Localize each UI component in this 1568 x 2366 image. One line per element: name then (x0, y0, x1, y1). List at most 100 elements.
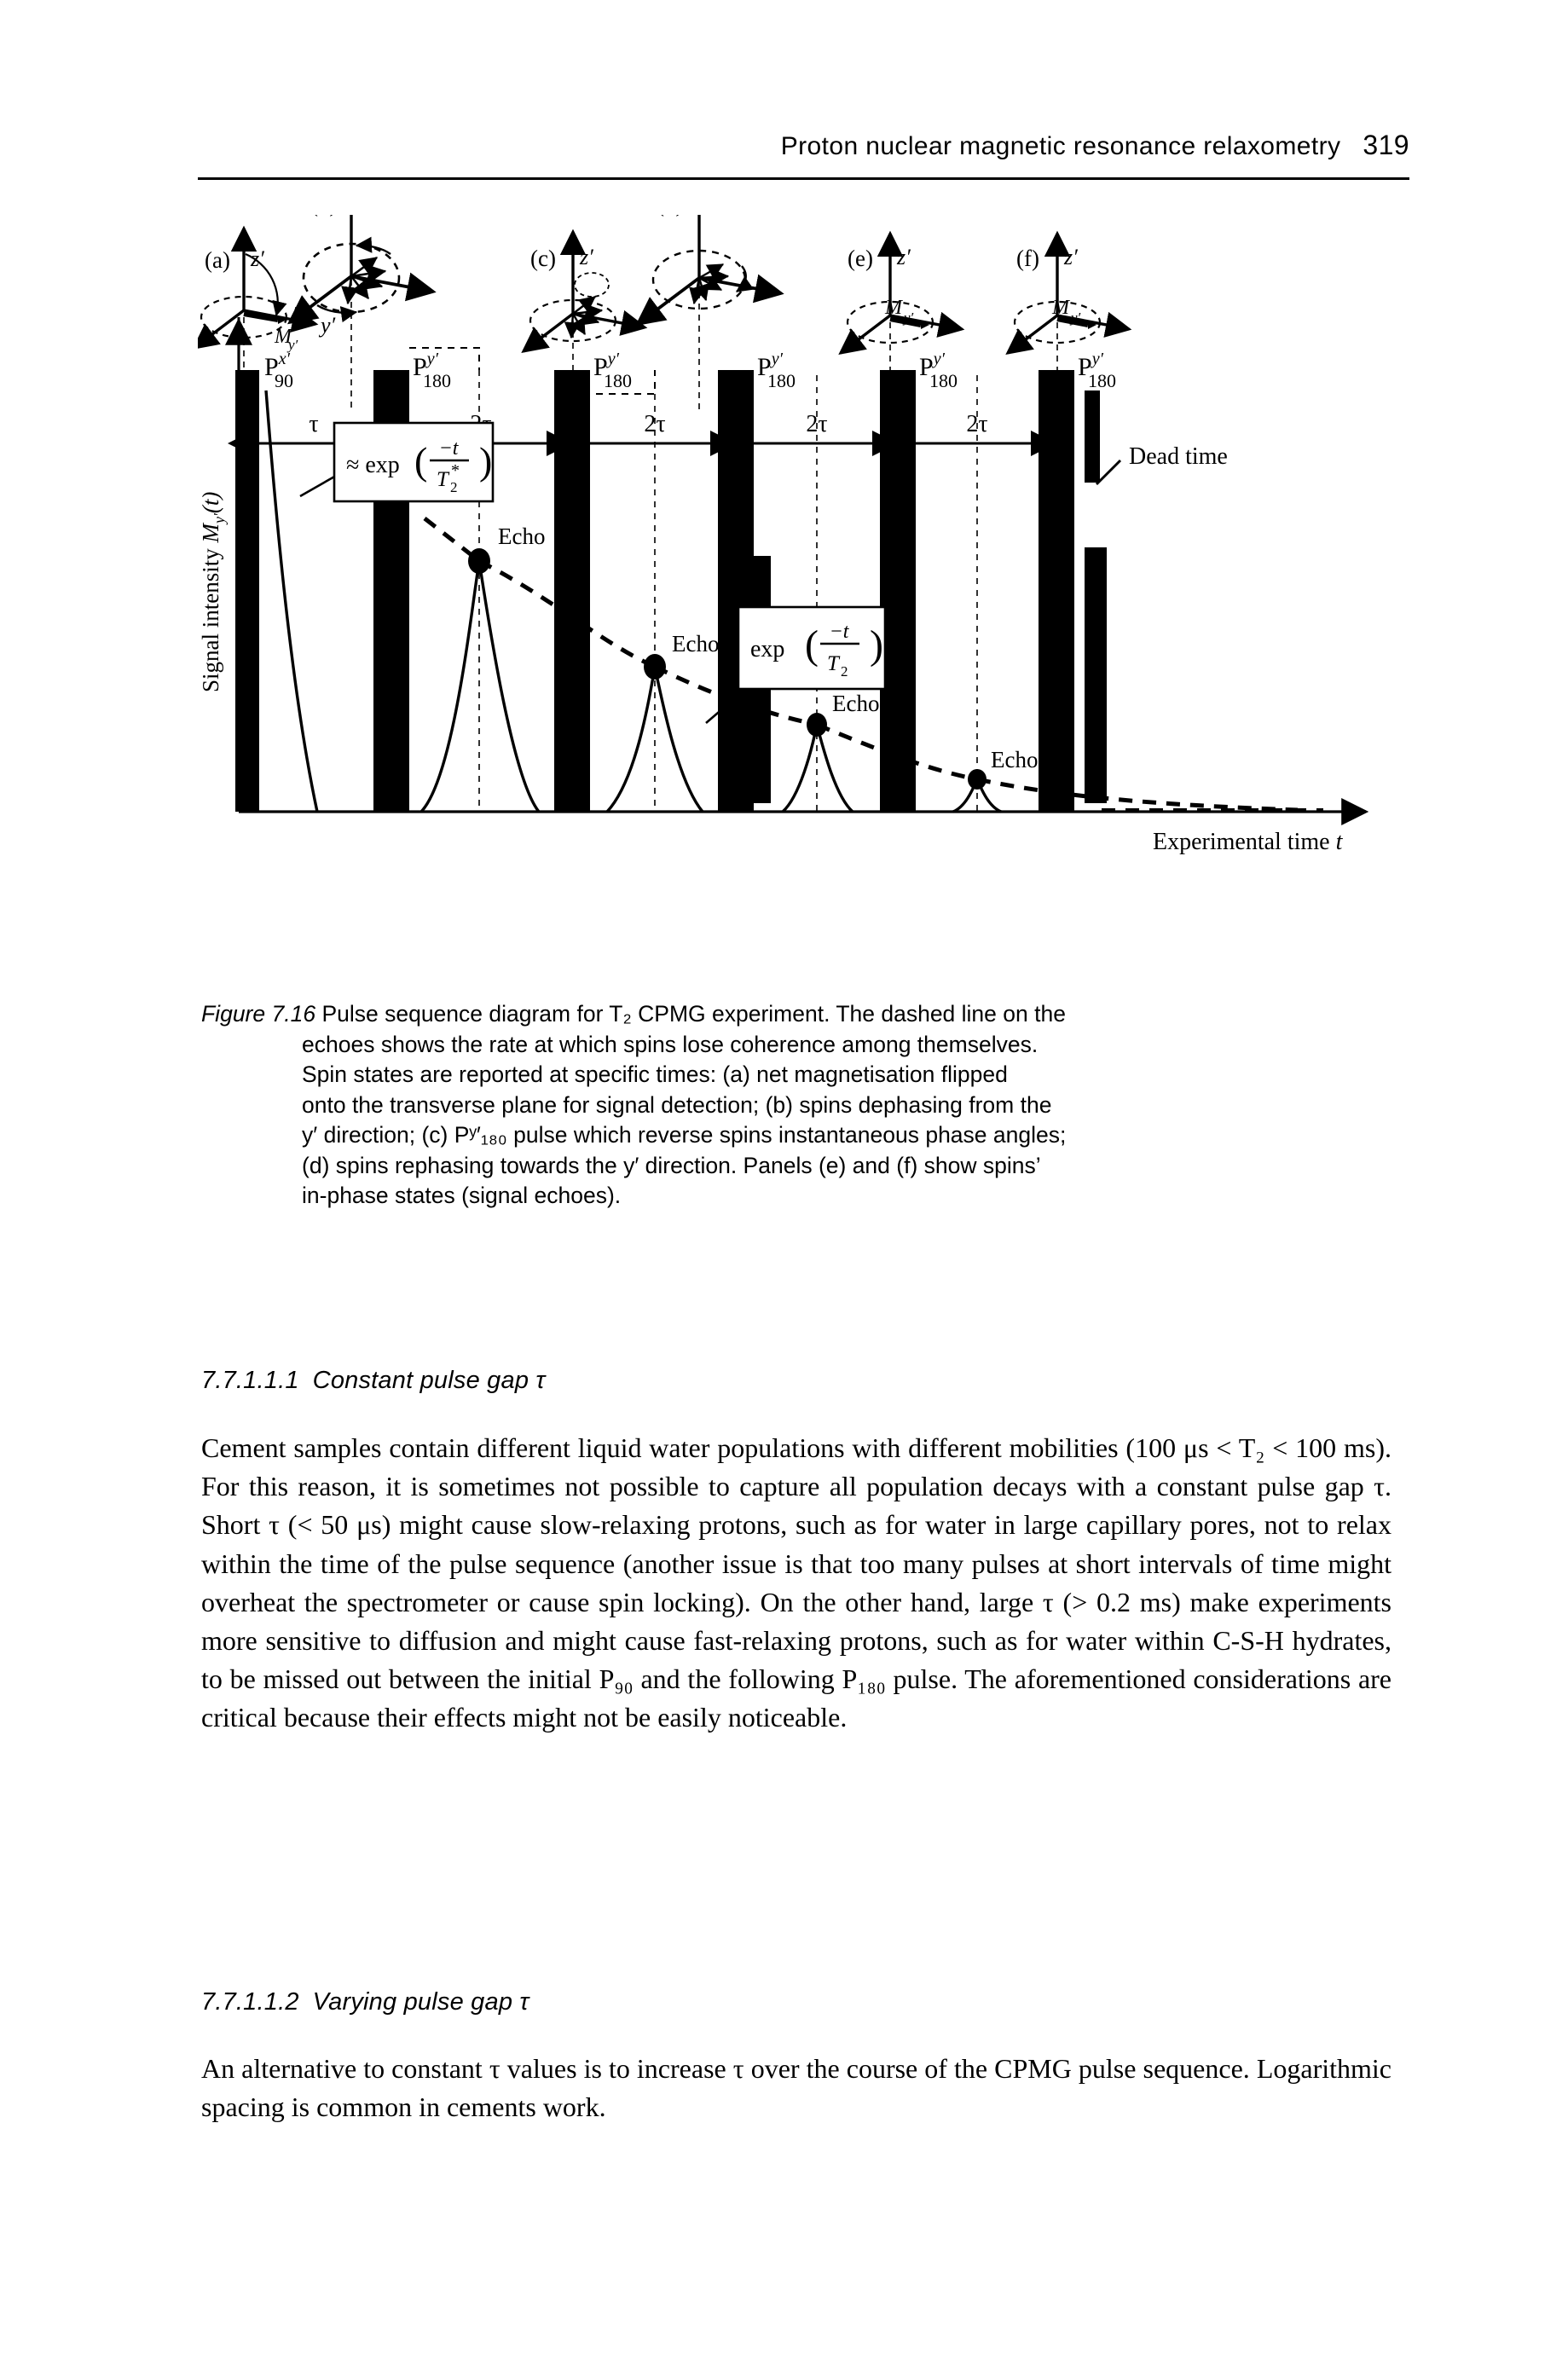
svg-text:Py′180: Py′ 180 (757, 350, 796, 391)
pulse-label-1: Px′ 90 (264, 350, 293, 391)
pulse-bar-3 (554, 370, 590, 812)
pulse-bar-1 (235, 370, 259, 812)
figure-caption-line-3: Spin states are reported at specific tim… (302, 1062, 1008, 1087)
formula-1-denominator: T (437, 468, 450, 491)
panel-f-magnetisation-label: M (1051, 297, 1071, 319)
figure-caption-line-1: Pulse sequence diagram for T₂ CPMG exper… (321, 1001, 1066, 1027)
section-heading-7-7-1-1-1: 7.7.1.1.1 Constant pulse gap τ (201, 1367, 545, 1395)
figure-caption-line-6: (d) spins rephasing towards the y′ direc… (302, 1152, 1041, 1178)
echo-label-4: Echo (991, 747, 1038, 772)
interval-label-1: τ (309, 411, 318, 437)
section-title-1: Constant pulse gap τ (312, 1367, 546, 1394)
figure-caption-line-2: echoes shows the rate at which spins los… (302, 1031, 1039, 1057)
formula-1-star: * (451, 461, 460, 480)
fid-curve (264, 390, 319, 813)
formula-box-t2-star: ≈ exp ( ) −t T 2 * (299, 421, 495, 503)
y-axis-label-sub: y′ (211, 512, 228, 525)
panel-a-y-axis-label: y′ (318, 313, 336, 338)
formula-1-numerator: −t (439, 437, 460, 460)
figure-caption-line-7: in-phase states (signal echoes). (302, 1183, 622, 1208)
y-axis-label-symbol: M (198, 523, 223, 544)
pulse-label-3: Py′ 180 (593, 350, 632, 391)
panel-d-letter: (d) (657, 215, 683, 217)
page-number: 319 (1363, 130, 1409, 160)
svg-text:Py′180: Py′ 180 (1078, 350, 1116, 391)
section-paragraph-1: Cement samples contain different liquid … (201, 1432, 1392, 1733)
pulse-bar-4 (718, 370, 754, 812)
formula-1-denominator-sub: 2 (450, 479, 458, 495)
pulse-sequence-diagram: (a) z′ M y′ y′ x′ (b) z′ (198, 215, 1369, 855)
svg-text:Experimental time t: Experimental time t (1153, 829, 1344, 855)
figure-caption: Figure 7.16 Pulse sequence diagram for T… (201, 999, 1391, 1212)
panel-f-letter: (f) (1016, 246, 1039, 271)
pulse-bar-5 (880, 370, 916, 812)
svg-text:): ) (479, 439, 492, 483)
y-axis-label: Signal intensity My′(t) (198, 492, 228, 692)
running-head-title: Proton nuclear magnetic resonance relaxo… (780, 132, 1341, 160)
figure-caption-line-5: y′ direction; (c) Pʸ′₁₈₀ pulse which rev… (302, 1122, 1067, 1148)
x-axis-label: Experimental time t (1153, 829, 1344, 855)
panel-f-magnetisation-sub: y′ (1069, 309, 1081, 326)
echo-label-1: Echo (498, 524, 545, 549)
section-paragraph-2: An alternative to constant τ values is t… (201, 2053, 1392, 2123)
svg-text:Py′180: Py′ 180 (413, 350, 451, 391)
panel-e-letter: (e) (848, 246, 873, 271)
acquisition-bar (1085, 547, 1107, 803)
page: Proton nuclear magnetic resonance relaxo… (0, 0, 1568, 2366)
x-axis-label-text: Experimental time (1153, 829, 1336, 855)
svg-text:Py′180: Py′ 180 (919, 350, 958, 391)
echo-1-rise (419, 560, 481, 813)
pulse-label-5: Py′ 180 (919, 350, 958, 391)
panel-b-letter: (b) (310, 215, 337, 217)
panel-c-letter: (c) (530, 246, 556, 271)
figure-caption-label: Figure 7.16 (201, 1001, 316, 1027)
echo-label-3: Echo (832, 691, 879, 716)
echo-2-fall (653, 666, 704, 813)
formula-2-prefix: exp (750, 636, 784, 662)
panel-d: (d) z′ (634, 215, 784, 411)
svg-text:Px′90: Px′ 90 (264, 350, 293, 391)
echo-dot-4 (968, 769, 987, 790)
panel-f-z-axis-label: z′ (1063, 245, 1078, 269)
pulse-bar-6 (1039, 370, 1074, 812)
panel-b: (b) z′ (286, 215, 437, 411)
echo-dot-2 (644, 654, 666, 680)
formula-1-prefix: ≈ exp (346, 452, 400, 478)
running-head: Proton nuclear magnetic resonance relaxo… (0, 130, 1568, 161)
svg-text:Signal intensity My′(t): Signal intensity My′(t) (198, 492, 228, 692)
y-axis-label-arg: (t) (198, 492, 223, 513)
svg-text:): ) (870, 622, 883, 668)
panel-a-z-axis-label: z′ (250, 246, 264, 271)
section-number-1: 7.7.1.1.1 (201, 1367, 299, 1394)
formula-2-denominator-sub: 2 (841, 663, 848, 680)
panel-e-magnetisation-label: M (884, 297, 904, 319)
x-axis-label-symbol: t (1336, 829, 1344, 855)
panel-e-z-axis-label: z′ (896, 245, 911, 269)
svg-text:Py′180: Py′ 180 (593, 350, 632, 391)
echo-1-fall (477, 560, 541, 813)
echo-dot-1 (468, 548, 490, 574)
dead-time-label: Dead time (1129, 443, 1228, 470)
figure-caption-line-4: onto the transverse plane for signal det… (302, 1091, 1052, 1118)
svg-text:(: ( (414, 439, 427, 483)
y-axis-label-text: Signal intensity (198, 543, 223, 693)
dead-time-annotation: Dead time (1095, 443, 1228, 486)
panel-a-letter: (a) (205, 247, 230, 273)
pulse-label-4: Py′ 180 (757, 350, 796, 391)
echo-3-rise (781, 724, 819, 813)
echo-label-2: Echo (672, 631, 719, 657)
pulse-label-6: Py′ 180 (1078, 350, 1116, 391)
echo-2-rise (605, 666, 657, 813)
echo-dot-3 (807, 713, 827, 737)
section-heading-7-7-1-1-2: 7.7.1.1.2 Varying pulse gap τ (201, 1988, 529, 2016)
formula-2-denominator: T (827, 652, 841, 675)
dead-time-bar (1085, 390, 1100, 483)
header-rule (198, 177, 1409, 180)
panel-e-magnetisation-sub: y′ (902, 309, 914, 326)
figure-7-16: (a) z′ M y′ y′ x′ (b) z′ (198, 215, 1409, 965)
formula-2-numerator: −t (830, 621, 850, 643)
section-title-2: Varying pulse gap τ (312, 1988, 529, 2016)
section-number-2: 7.7.1.1.2 (201, 1988, 299, 2016)
pulse-label-2: Py′ 180 (413, 350, 451, 391)
svg-text:(: ( (805, 622, 819, 668)
